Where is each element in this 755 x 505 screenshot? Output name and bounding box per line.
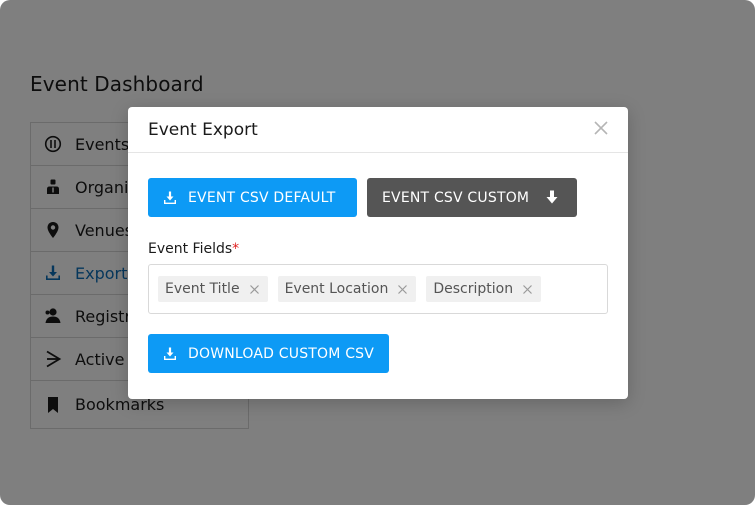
button-label: EVENT CSV DEFAULT bbox=[188, 189, 336, 206]
tag-label: Description bbox=[433, 281, 514, 297]
tag-remove-button[interactable] bbox=[249, 284, 260, 295]
field-tag-description: Description bbox=[426, 276, 542, 302]
tag-remove-button[interactable] bbox=[522, 284, 533, 295]
tag-remove-button[interactable] bbox=[397, 284, 408, 295]
arrow-down-icon bbox=[546, 190, 558, 204]
download-icon bbox=[164, 347, 176, 360]
modal-title: Event Export bbox=[148, 120, 258, 140]
button-label: DOWNLOAD CUSTOM CSV bbox=[188, 345, 375, 362]
close-button[interactable] bbox=[592, 119, 610, 137]
event-fields-label: Event Fields* bbox=[148, 241, 239, 257]
event-csv-default-button[interactable]: EVENT CSV DEFAULT bbox=[148, 178, 357, 217]
close-icon bbox=[398, 284, 408, 294]
field-tag-event-title: Event Title bbox=[158, 276, 268, 302]
event-fields-select[interactable]: Event Title Event Location Description bbox=[148, 264, 608, 314]
download-icon bbox=[164, 191, 176, 204]
modal-header: Event Export bbox=[128, 107, 628, 153]
button-label: EVENT CSV CUSTOM bbox=[382, 189, 530, 206]
download-custom-csv-button[interactable]: DOWNLOAD CUSTOM CSV bbox=[148, 334, 389, 373]
tag-label: Event Location bbox=[284, 281, 389, 297]
dashboard-page: Event Dashboard Events Organi Venues Exp… bbox=[0, 0, 755, 505]
fields-label-text: Event Fields bbox=[148, 241, 233, 257]
event-export-modal: Event Export EVENT CSV DEFAULT EVENT CSV… bbox=[128, 107, 628, 399]
close-icon bbox=[523, 284, 533, 294]
required-marker: * bbox=[232, 241, 240, 257]
field-tag-event-location: Event Location bbox=[277, 276, 417, 302]
event-csv-custom-button[interactable]: EVENT CSV CUSTOM bbox=[367, 178, 577, 217]
tag-label: Event Title bbox=[165, 281, 240, 297]
close-icon bbox=[594, 121, 608, 135]
close-icon bbox=[249, 284, 259, 294]
